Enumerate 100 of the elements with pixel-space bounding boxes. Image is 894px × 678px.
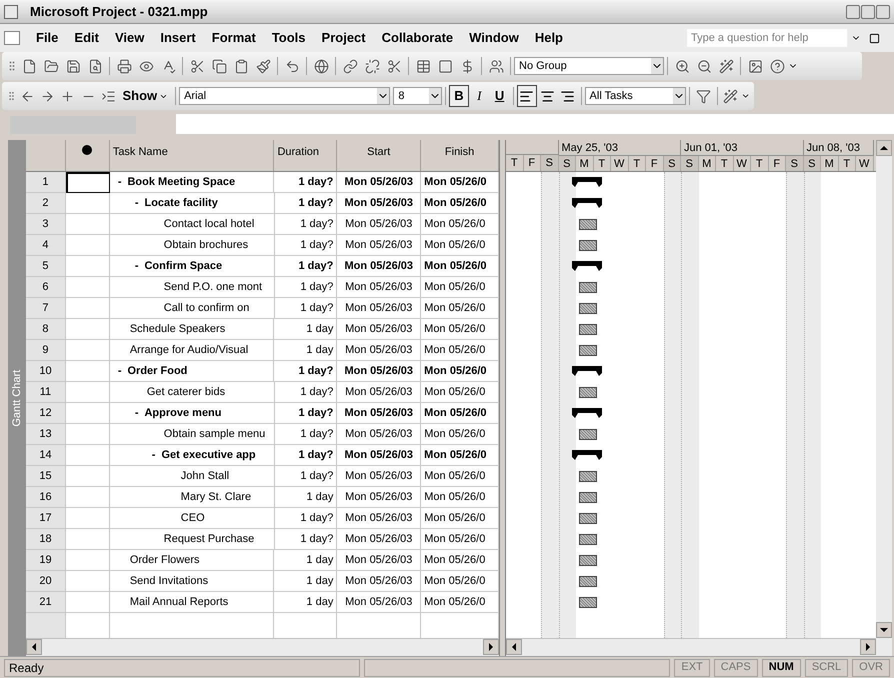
task-name-cell[interactable]: - Locate facility [110, 193, 274, 214]
row-number[interactable]: 6 [26, 277, 66, 298]
text-style-button[interactable]: U [489, 85, 510, 107]
window-title: Microsoft Project - 0321.mpp [30, 2, 209, 21]
text-style-button[interactable]: B [448, 85, 470, 107]
text-style-button[interactable]: I [469, 85, 490, 107]
task-name-cell[interactable]: Mary St. Clare [110, 487, 275, 508]
row-number[interactable]: 20 [26, 571, 66, 592]
duration-cell: 1 day? [274, 277, 338, 298]
horizontal-scrollbar[interactable] [26, 638, 499, 656]
row-number[interactable]: 10 [26, 361, 66, 382]
menu-item[interactable]: Help [526, 28, 571, 48]
task-name-cell[interactable]: Get caterer bids [110, 382, 275, 403]
row-number[interactable]: 5 [26, 256, 66, 277]
minimize-icon[interactable] [846, 4, 860, 18]
row-number[interactable]: 19 [26, 550, 66, 571]
outline-toggle[interactable]: - [134, 194, 138, 212]
vertical-scrollbar[interactable] [876, 140, 892, 656]
horizontal-scrollbar[interactable] [506, 638, 876, 656]
finish-cell: Mon 05/26/0 [421, 466, 499, 487]
row-number[interactable]: 3 [26, 214, 66, 235]
duration-cell: 1 day [274, 592, 338, 613]
row-number[interactable]: 4 [26, 235, 66, 256]
task-name-cell[interactable]: Contact local hotel [110, 214, 275, 235]
task-name-cell[interactable]: - Get executive app [110, 445, 274, 466]
menu-item[interactable]: Edit [66, 28, 107, 48]
document-icon[interactable] [4, 31, 20, 45]
column-header[interactable]: Finish [421, 140, 499, 171]
align-button[interactable] [516, 85, 538, 107]
duration-cell: 1 day [274, 487, 338, 508]
outline-toggle[interactable]: - [118, 362, 122, 380]
column-header[interactable]: Start [337, 140, 422, 171]
outline-toggle[interactable]: - [134, 404, 138, 422]
indicator-cell[interactable] [66, 172, 110, 193]
task-name-cell[interactable]: - Confirm Space [110, 256, 274, 277]
row-number[interactable]: 16 [26, 487, 66, 508]
task-name-cell[interactable]: Obtain brochures [110, 235, 275, 256]
task-name-cell[interactable]: - Approve menu [110, 403, 274, 424]
row-number[interactable]: 9 [26, 340, 66, 361]
outline-toggle[interactable]: - [152, 446, 156, 464]
row-number[interactable]: 8 [26, 319, 66, 340]
menu-item[interactable]: File [28, 28, 66, 48]
menu-item[interactable]: Project [314, 28, 374, 48]
task-name-cell[interactable]: - Book Meeting Space [110, 172, 274, 193]
show-button[interactable]: Show [118, 86, 172, 106]
restore-icon[interactable] [869, 32, 880, 44]
task-name-cell[interactable]: Mail Annual Reports [110, 592, 274, 613]
row-number[interactable]: 15 [26, 466, 66, 487]
task-name-cell[interactable]: John Stall [110, 466, 275, 487]
task-name-cell[interactable]: Request Purchase [110, 529, 275, 550]
duration-cell: 1 day [274, 319, 338, 340]
row-number[interactable]: 7 [26, 298, 66, 319]
menu-item[interactable]: Window [461, 28, 527, 48]
task-name-cell[interactable]: Send Invitations [110, 571, 274, 592]
task-name: Send P.O. one mont [164, 280, 262, 295]
row-number[interactable]: 1 [26, 172, 66, 193]
dropdown[interactable]: Arial [179, 87, 390, 105]
close-icon[interactable] [876, 4, 890, 18]
menu-item[interactable]: Tools [264, 28, 314, 48]
row-number[interactable]: 14 [26, 445, 66, 466]
outline-toggle[interactable]: - [134, 258, 138, 274]
dropdown[interactable]: All Tasks [584, 87, 686, 105]
task-bar [579, 513, 597, 524]
task-name-cell[interactable]: Arrange for Audio/Visual [110, 340, 274, 361]
row-number[interactable]: 17 [26, 508, 66, 529]
duration-cell: 1 day? [274, 466, 338, 487]
day-label: W [611, 156, 628, 171]
finish-cell: Mon 05/26/0 [421, 382, 500, 403]
row-number[interactable]: 2 [26, 193, 66, 214]
menu-item[interactable]: Collaborate [374, 28, 462, 48]
task-name-cell[interactable]: - Order Food [110, 361, 274, 382]
start-cell: Mon 05/26/03 [337, 214, 422, 235]
column-header[interactable]: Duration [274, 140, 338, 171]
start-cell: Mon 05/26/03 [337, 508, 422, 529]
help-search-field[interactable]: Type a question for help [687, 29, 847, 47]
outline-toggle[interactable]: - [118, 174, 122, 190]
menu-item[interactable]: Format [204, 28, 264, 48]
day-label: S [681, 156, 698, 171]
row-number[interactable]: 12 [26, 403, 66, 424]
task-name-cell[interactable]: Send P.O. one mont [110, 277, 275, 298]
finish-cell: Mon 05/26/0 [421, 508, 499, 529]
status-indicator: NUM [762, 658, 801, 676]
column-header[interactable]: Task Name [110, 140, 274, 171]
entry-field[interactable] [176, 114, 894, 134]
dropdown[interactable]: 8 [393, 87, 442, 105]
task-name-cell[interactable]: Call to confirm on [110, 298, 275, 319]
task-name-cell[interactable]: Obtain sample menu [110, 424, 275, 445]
menu-item[interactable]: View [106, 28, 152, 48]
task-name: CEO [180, 510, 205, 526]
task-name-cell[interactable]: Order Flowers [110, 550, 274, 571]
task-name-cell[interactable]: Schedule Speakers [110, 319, 274, 340]
task-name-cell[interactable]: CEO [110, 508, 275, 529]
row-number[interactable]: 18 [26, 529, 66, 550]
row-number[interactable]: 11 [26, 382, 66, 403]
menu-item[interactable]: Insert [152, 28, 204, 48]
status-text: Ready [4, 658, 360, 676]
row-number[interactable]: 13 [26, 424, 66, 445]
row-number[interactable]: 21 [26, 592, 66, 613]
finish-cell: Mon 05/26/0 [421, 445, 499, 466]
dropdown[interactable]: No Group [514, 57, 664, 75]
